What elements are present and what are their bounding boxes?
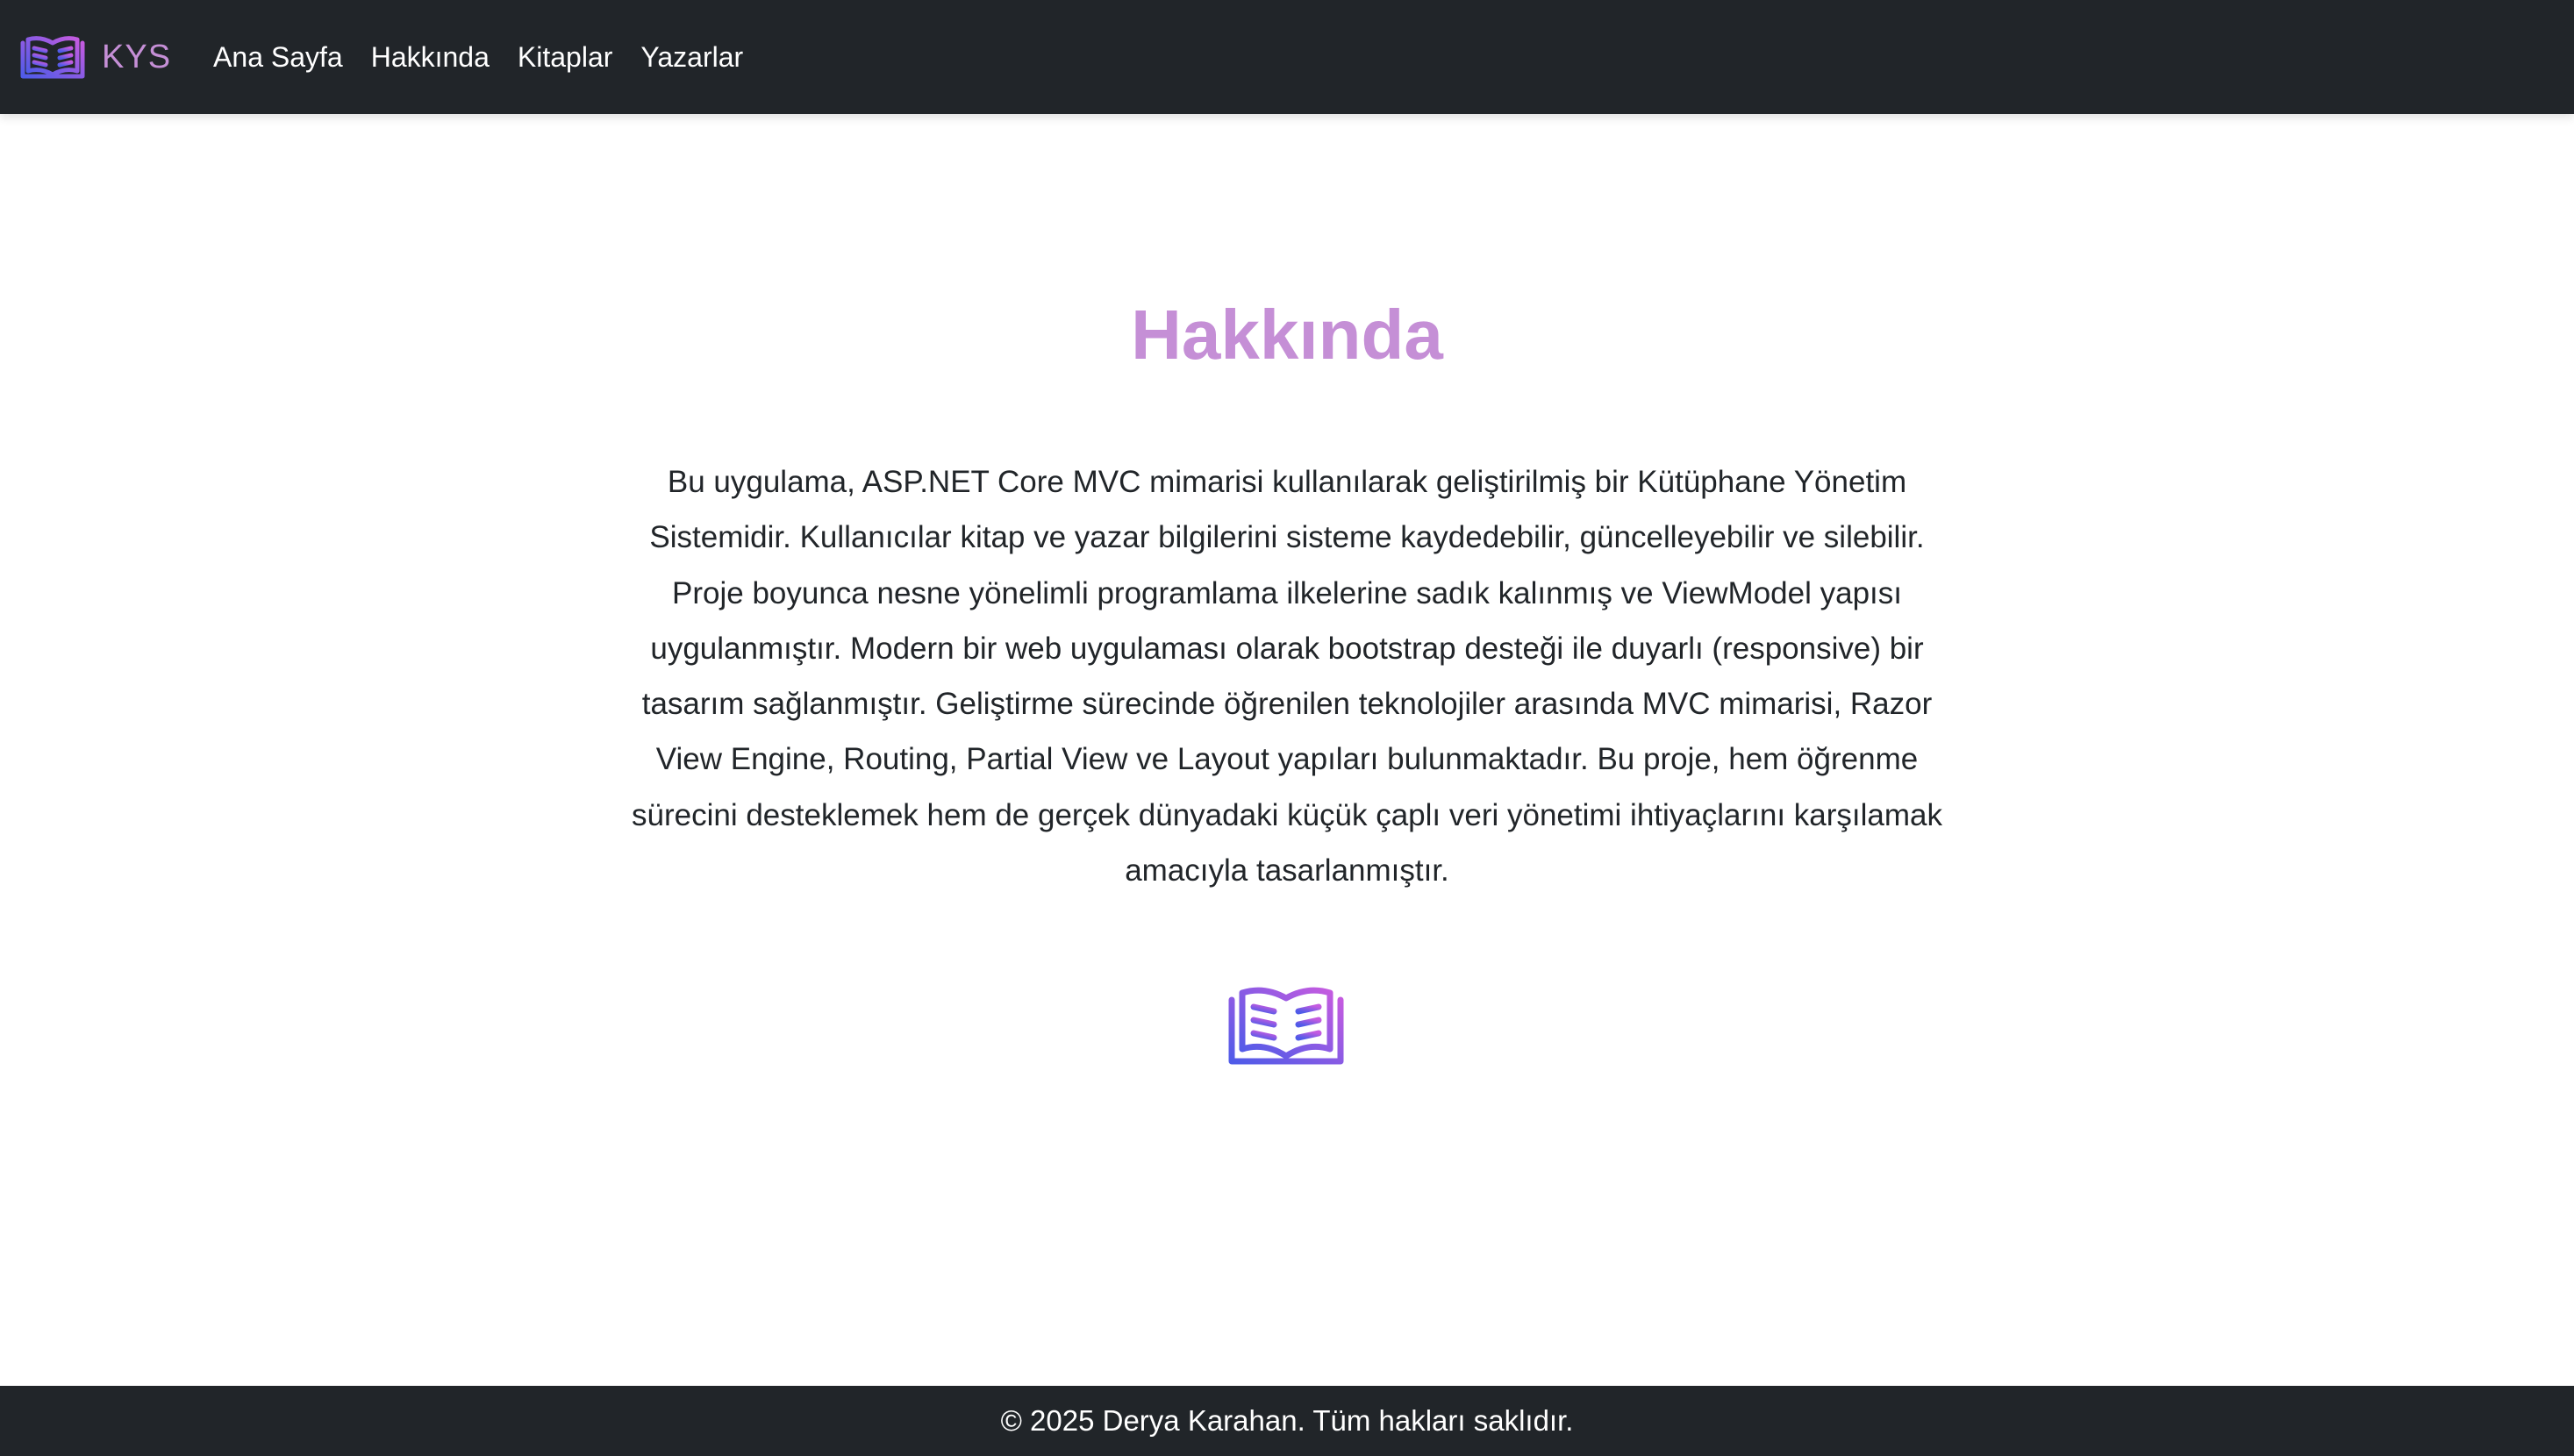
nav-links: Ana Sayfa Hakkında Kitaplar Yazarlar [213, 41, 771, 74]
open-book-icon [1228, 987, 1344, 1065]
top-navbar: KYS Ana Sayfa Hakkında Kitaplar Yazarlar [0, 0, 2574, 114]
about-paragraph: Bu uygulama, ASP.NET Core MVC mimarisi k… [632, 465, 1942, 889]
nav-link-ana-sayfa[interactable]: Ana Sayfa [213, 41, 343, 74]
footer-copyright: © 2025 Derya Karahan. Tüm hakları saklıd… [1000, 1404, 1574, 1437]
main-content: Hakkında Bu uygulama, ASP.NET Core MVC m… [0, 114, 2574, 1386]
nav-link-hakkinda[interactable]: Hakkında [371, 41, 490, 74]
nav-link-yazarlar[interactable]: Yazarlar [640, 41, 743, 74]
brand-link[interactable]: KYS [19, 34, 171, 80]
brand-name: KYS [102, 38, 172, 75]
nav-link-kitaplar[interactable]: Kitaplar [518, 41, 613, 74]
page-title: Hakkında [1131, 296, 1443, 374]
footer: © 2025 Derya Karahan. Tüm hakları saklıd… [0, 1386, 2574, 1456]
open-book-icon [20, 36, 85, 79]
